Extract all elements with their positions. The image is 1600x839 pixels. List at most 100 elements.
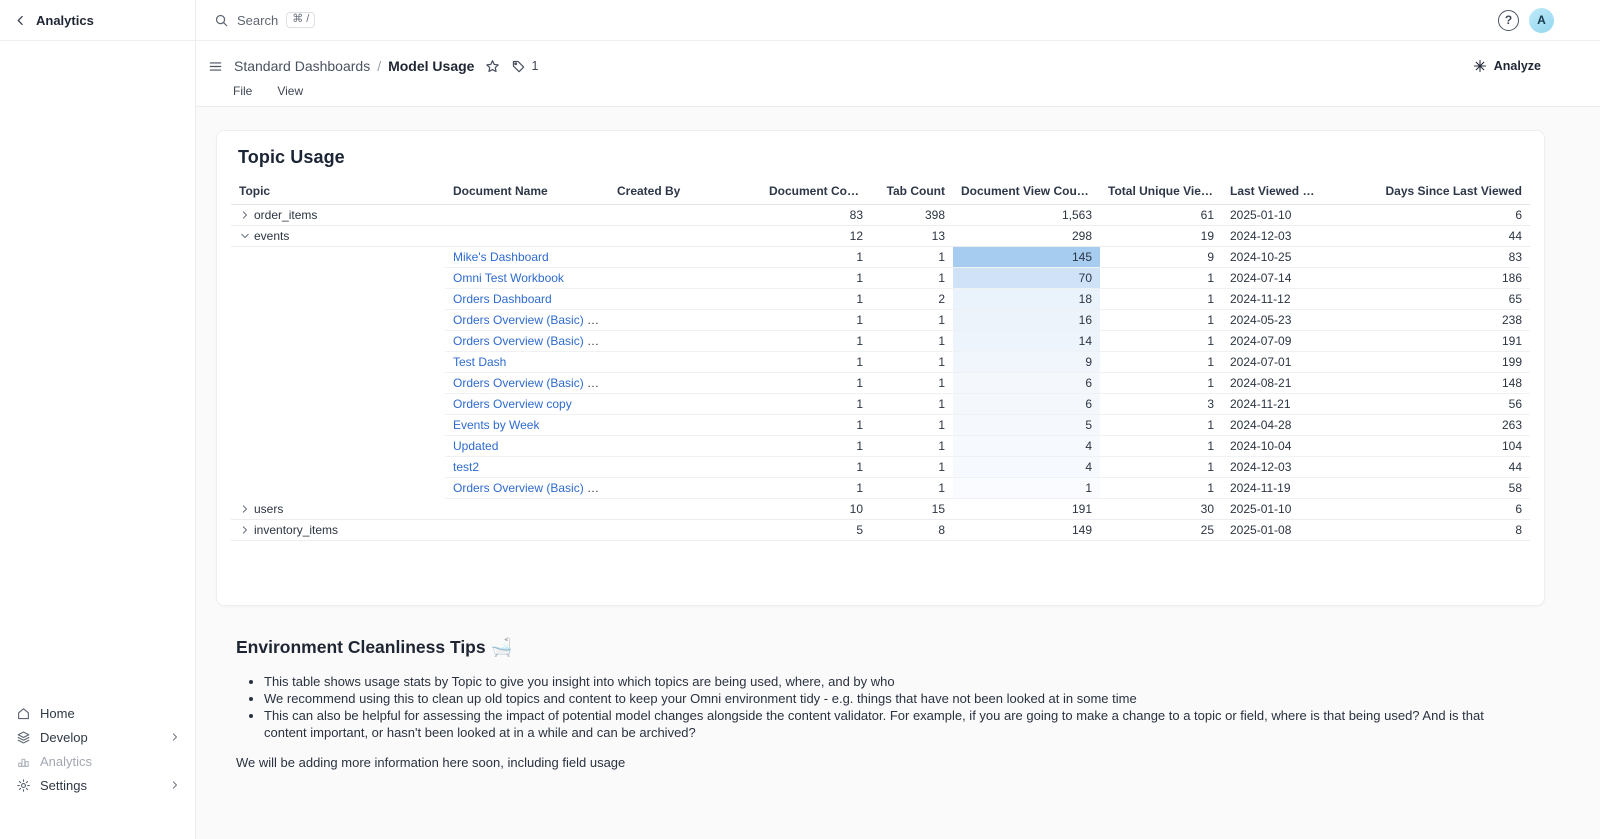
days-since-last-viewed-cell: 104	[1330, 435, 1530, 457]
document-name-cell	[445, 498, 609, 520]
days-since-last-viewed-cell: 263	[1330, 414, 1530, 436]
sparkle-icon	[1473, 59, 1487, 73]
document-name-cell: Orders Overview (Basic) copy	[445, 330, 609, 352]
document-link[interactable]: test2	[453, 460, 479, 474]
topic-cell	[231, 247, 445, 268]
document-link[interactable]: Events by Week	[453, 418, 539, 432]
total-unique-viewers-cell: 1	[1100, 351, 1222, 373]
chevron-right-icon[interactable]	[239, 524, 251, 536]
help-icon[interactable]: ?	[1498, 9, 1519, 31]
chevron-right-icon	[169, 731, 181, 743]
chevron-right-icon[interactable]	[239, 503, 251, 515]
document-count-cell: 1	[761, 456, 871, 478]
days-since-last-viewed-cell: 83	[1330, 246, 1530, 268]
menu-view[interactable]: View	[277, 84, 303, 98]
column-header-topic[interactable]: Topic	[231, 181, 445, 205]
document-view-count-cell: 149	[953, 519, 1100, 541]
avatar[interactable]: A	[1529, 7, 1554, 33]
topic-cell	[231, 310, 445, 331]
breadcrumb-current: Model Usage	[388, 58, 475, 74]
document-view-count-cell: 9	[953, 351, 1100, 373]
favorite-star-icon[interactable]	[485, 59, 500, 74]
days-since-last-viewed-cell: 191	[1330, 330, 1530, 352]
column-header-last-viewed-date[interactable]: Last Viewed Date	[1222, 181, 1330, 205]
back-chevron-icon[interactable]	[14, 14, 27, 27]
home-icon	[16, 706, 31, 721]
table-row: Orders Dashboard 1 2 18 1 2024-11-12 65	[231, 288, 1530, 310]
topic-name: users	[254, 501, 284, 516]
document-link[interactable]: Orders Overview (Basic) copy	[453, 313, 609, 327]
document-view-count-cell: 1	[953, 477, 1100, 499]
document-link[interactable]: Test Dash	[453, 355, 506, 369]
tips-footer: We will be adding more information here …	[236, 755, 626, 770]
hamburger-menu-icon[interactable]	[208, 59, 223, 74]
labels-group[interactable]: 1	[511, 59, 538, 74]
breadcrumb-separator: /	[377, 58, 382, 74]
document-name-cell: Mike's Dashboard	[445, 246, 609, 268]
document-count-cell: 1	[761, 477, 871, 499]
bar-chart-icon	[16, 754, 31, 769]
menu-file[interactable]: File	[233, 84, 252, 98]
sidebar-item-settings[interactable]: Settings	[12, 773, 185, 797]
topic-cell: inventory_items	[231, 519, 445, 541]
document-count-cell: 1	[761, 267, 871, 289]
sidebar-item-label: Develop	[40, 729, 88, 745]
sidebar-item-develop[interactable]: Develop	[12, 725, 185, 749]
document-name-cell: Orders Overview (Basic) copy	[445, 309, 609, 331]
created-by-cell	[609, 519, 761, 541]
days-since-last-viewed-cell: 148	[1330, 372, 1530, 394]
sidebar-item-home[interactable]: Home	[12, 701, 185, 725]
document-count-cell: 1	[761, 414, 871, 436]
created-by-cell	[609, 372, 761, 394]
topic-name: events	[254, 229, 290, 243]
document-link[interactable]: Orders Overview copy	[453, 397, 572, 411]
document-link[interactable]: Updated	[453, 439, 498, 453]
document-link[interactable]: Orders Overview (Basic) copy	[453, 376, 609, 390]
search-input[interactable]: Search ⌘ /	[214, 12, 316, 28]
column-header-created-by[interactable]: Created By	[609, 181, 761, 205]
document-link[interactable]: Orders Overview (Basic) copy	[453, 334, 609, 348]
topic-cell	[231, 478, 445, 499]
last-viewed-date-cell: 2024-10-25	[1222, 246, 1330, 268]
created-by-cell	[609, 288, 761, 310]
breadcrumb-parent[interactable]: Standard Dashboards	[234, 58, 370, 74]
tab-count-cell: 398	[871, 204, 953, 226]
dashboard-header: Standard Dashboards / Model Usage 1 Anal…	[196, 41, 1600, 107]
search-shortcut-badge: ⌘ /	[286, 12, 316, 28]
document-link[interactable]: Orders Overview (Basic) copy	[453, 481, 609, 495]
breadcrumb: Standard Dashboards / Model Usage	[234, 58, 474, 74]
column-header-document-name[interactable]: Document Name	[445, 181, 609, 205]
document-name-cell: Updated	[445, 435, 609, 457]
topic-name: order_items	[254, 208, 318, 222]
last-viewed-date-cell: 2024-11-12	[1222, 288, 1330, 310]
document-link[interactable]: Omni Test Workbook	[453, 271, 564, 285]
document-link[interactable]: Mike's Dashboard	[453, 250, 549, 264]
sidebar-item-analytics[interactable]: Analytics	[12, 749, 185, 773]
chevron-right-icon[interactable]	[239, 209, 251, 221]
document-link[interactable]: Orders Dashboard	[453, 292, 552, 306]
analyze-button[interactable]: Analyze	[1471, 56, 1543, 76]
last-viewed-date-cell: 2024-07-01	[1222, 351, 1330, 373]
column-header-total-unique-viewers[interactable]: Total Unique Viewers	[1100, 181, 1222, 205]
topic-cell	[231, 268, 445, 289]
document-view-count-cell: 6	[953, 393, 1100, 415]
column-header-document-view-count[interactable]: Document View Count ↓	[953, 181, 1100, 205]
column-header-document-count[interactable]: Document Count	[761, 181, 871, 205]
topic-cell: users	[231, 498, 445, 520]
sidebar-header[interactable]: Analytics	[0, 0, 195, 41]
created-by-cell	[609, 498, 761, 520]
total-unique-viewers-cell: 3	[1100, 393, 1222, 415]
table-row: Orders Overview (Basic) copy 1 1 16 1 2024-05…	[231, 309, 1530, 331]
topic-cell	[231, 352, 445, 373]
created-by-cell	[609, 204, 761, 226]
document-count-cell: 5	[761, 519, 871, 541]
document-count-cell: 10	[761, 498, 871, 520]
tips-bullet: We recommend using this to clean up old …	[264, 690, 1485, 707]
chevron-down-icon[interactable]	[239, 230, 251, 242]
analyze-label: Analyze	[1493, 59, 1541, 73]
tab-count-cell: 1	[871, 435, 953, 457]
created-by-cell	[609, 225, 761, 247]
document-count-cell: 12	[761, 225, 871, 247]
column-header-days-since-last-viewed[interactable]: Days Since Last Viewed	[1330, 181, 1530, 205]
column-header-tab-count[interactable]: Tab Count	[871, 181, 953, 205]
